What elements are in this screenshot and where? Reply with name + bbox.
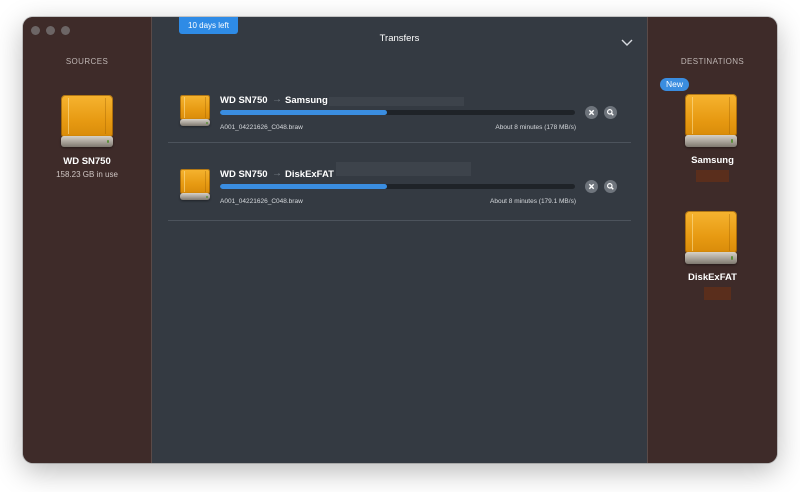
source-drive-icon[interactable] bbox=[61, 95, 113, 147]
row-divider bbox=[168, 142, 631, 143]
magnifier-icon bbox=[607, 183, 614, 190]
page-title: Transfers bbox=[379, 33, 420, 44]
transfer-eta: About 8 minutes (179.1 MB/s) bbox=[490, 198, 576, 205]
destination-drive-name: Samsung bbox=[691, 155, 734, 166]
redacted-drive-info bbox=[696, 170, 729, 182]
close-icon bbox=[588, 109, 595, 116]
transfers-panel: 10 days left Transfers WD SN750 → Samsun… bbox=[152, 17, 647, 463]
magnifier-icon bbox=[607, 109, 614, 116]
transfer-destination: DiskExFAT bbox=[285, 169, 334, 180]
drive-icon bbox=[180, 169, 210, 200]
chevron-down-icon[interactable] bbox=[621, 34, 633, 46]
cancel-transfer-button[interactable] bbox=[585, 106, 598, 119]
arrow-right-icon: → bbox=[272, 168, 282, 179]
reveal-file-button[interactable] bbox=[604, 106, 617, 119]
progress-bar bbox=[220, 184, 575, 189]
transfer-row: WD SN750 → Samsung A001_04221626_C048.br… bbox=[168, 70, 631, 148]
sources-title: SOURCES bbox=[65, 57, 109, 66]
progress-bar bbox=[220, 110, 575, 115]
redacted-drive-info bbox=[704, 287, 731, 300]
close-window-button[interactable] bbox=[31, 26, 40, 35]
close-icon bbox=[588, 183, 595, 190]
reveal-file-button[interactable] bbox=[604, 180, 617, 193]
sources-sidebar: SOURCES WD SN750 158.23 GB in use bbox=[23, 17, 152, 463]
cancel-transfer-button[interactable] bbox=[585, 180, 598, 193]
transfer-source: WD SN750 bbox=[220, 95, 268, 106]
transfer-source: WD SN750 bbox=[220, 169, 268, 180]
redacted-path bbox=[329, 97, 464, 106]
trial-badge[interactable]: 10 days left bbox=[179, 17, 238, 34]
drive-icon bbox=[180, 95, 210, 126]
arrow-right-icon: → bbox=[272, 94, 282, 105]
transfer-row: WD SN750 → DiskExFAT A001_04221626_C048.… bbox=[168, 144, 631, 222]
destinations-sidebar: DESTINATIONS New Samsung DiskExFAT bbox=[647, 17, 777, 463]
destination-drive-icon[interactable] bbox=[685, 94, 737, 147]
row-divider bbox=[168, 220, 631, 221]
transfer-filename: A001_04221626_C048.braw bbox=[220, 124, 303, 131]
progress-fill bbox=[220, 110, 387, 115]
app-window: SOURCES WD SN750 158.23 GB in use 10 day… bbox=[23, 17, 777, 463]
source-drive-usage: 158.23 GB in use bbox=[56, 170, 118, 179]
destinations-title: DESTINATIONS bbox=[680, 57, 745, 66]
destination-drive-name: DiskExFAT bbox=[688, 272, 737, 283]
redacted-path bbox=[336, 162, 471, 176]
transfer-eta: About 8 minutes (178 MB/s) bbox=[495, 124, 576, 131]
zoom-window-button[interactable] bbox=[61, 26, 70, 35]
progress-fill bbox=[220, 184, 387, 189]
minimize-window-button[interactable] bbox=[46, 26, 55, 35]
window-controls bbox=[31, 26, 70, 35]
transfer-destination: Samsung bbox=[285, 95, 328, 106]
transfer-filename: A001_04221626_C048.braw bbox=[220, 198, 303, 205]
new-badge: New bbox=[660, 78, 689, 91]
source-drive-name: WD SN750 bbox=[63, 156, 111, 167]
destination-drive-icon[interactable] bbox=[685, 211, 737, 264]
